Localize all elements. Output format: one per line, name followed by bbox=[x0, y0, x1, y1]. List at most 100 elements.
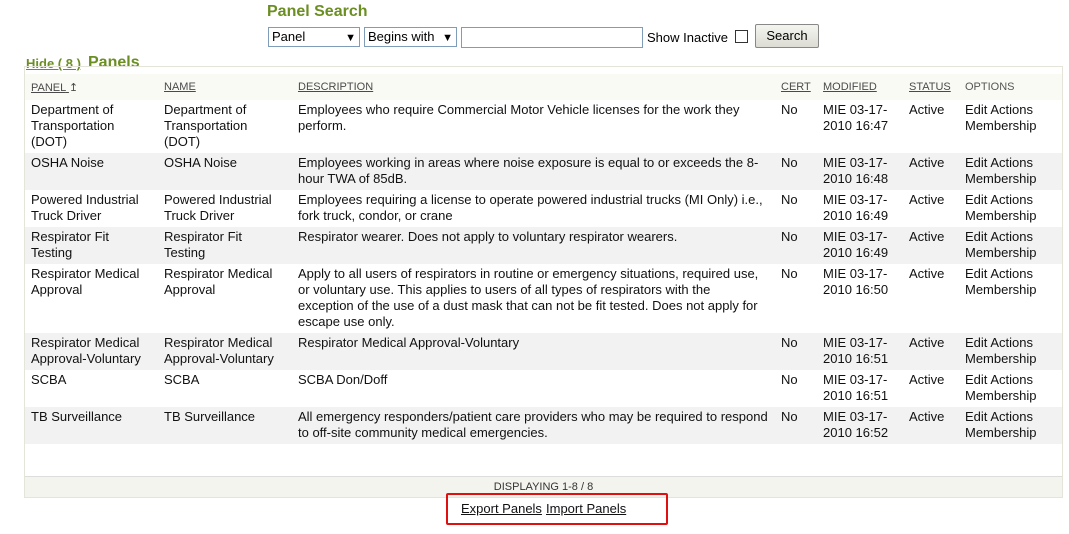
cell-status: Active bbox=[903, 153, 959, 190]
cell-status: Active bbox=[903, 190, 959, 227]
cell-status: Active bbox=[903, 100, 959, 153]
cell-status: Active bbox=[903, 227, 959, 264]
cell-options: Edit Actions Membership bbox=[959, 100, 1062, 153]
search-match-select[interactable]: Begins with ▼ bbox=[364, 27, 457, 47]
cell-options: Edit Actions Membership bbox=[959, 227, 1062, 264]
cell-description: All emergency responders/patient care pr… bbox=[292, 407, 775, 444]
col-modified[interactable]: MODIFIED bbox=[817, 74, 903, 100]
cell-cert: No bbox=[775, 227, 817, 264]
table-row: Respirator Medical Approval-Voluntary Res… bbox=[25, 333, 1062, 370]
cell-panel: Respirator Fit Testing bbox=[25, 227, 158, 264]
cell-panel: Powered Industrial Truck Driver bbox=[25, 190, 158, 227]
cell-description: SCBA Don/Doff bbox=[292, 370, 775, 407]
search-input[interactable] bbox=[461, 27, 643, 48]
actions-link[interactable]: Actions bbox=[990, 372, 1033, 387]
col-status[interactable]: STATUS bbox=[903, 74, 959, 100]
actions-link[interactable]: Actions bbox=[990, 409, 1033, 424]
chevron-down-icon: ▼ bbox=[442, 32, 453, 44]
cell-panel: Department of Transportation (DOT) bbox=[25, 100, 158, 153]
show-inactive-checkbox[interactable] bbox=[735, 30, 748, 43]
cell-cert: No bbox=[775, 100, 817, 153]
show-inactive-label: Show Inactive bbox=[647, 30, 728, 45]
edit-link[interactable]: Edit bbox=[965, 229, 987, 244]
cell-name: Respirator Fit Testing bbox=[158, 227, 292, 264]
actions-link[interactable]: Actions bbox=[990, 229, 1033, 244]
cell-description: Employees working in areas where noise e… bbox=[292, 153, 775, 190]
table-row: TB Surveillance TB Surveillance All emerge… bbox=[25, 407, 1062, 444]
col-cert[interactable]: CERT bbox=[775, 74, 817, 100]
actions-link[interactable]: Actions bbox=[990, 266, 1033, 281]
table-row: Powered Industrial Truck Driver Powered I… bbox=[25, 190, 1062, 227]
cell-modified: MIE 03-17-2010 16:47 bbox=[817, 100, 903, 153]
cell-name: SCBA bbox=[158, 370, 292, 407]
table-row: SCBA SCBA SCBA Don/Doff No MIE 03-17-2010 16… bbox=[25, 370, 1062, 407]
panels-table: PANEL ↥ NAME DESCRIPTION CERT MODIFIED S… bbox=[25, 74, 1062, 444]
membership-link[interactable]: Membership bbox=[965, 282, 1037, 297]
cell-description: Respirator Medical Approval-Voluntary bbox=[292, 333, 775, 370]
cell-description: Respirator wearer. Does not apply to vol… bbox=[292, 227, 775, 264]
membership-link[interactable]: Membership bbox=[965, 388, 1037, 403]
cell-description: Employees requiring a license to operate… bbox=[292, 190, 775, 227]
cell-name: Powered Industrial Truck Driver bbox=[158, 190, 292, 227]
actions-link[interactable]: Actions bbox=[990, 102, 1033, 117]
actions-link[interactable]: Actions bbox=[990, 335, 1033, 350]
col-name[interactable]: NAME bbox=[158, 74, 292, 100]
table-header-row: PANEL ↥ NAME DESCRIPTION CERT MODIFIED S… bbox=[25, 74, 1062, 100]
cell-name: TB Surveillance bbox=[158, 407, 292, 444]
membership-link[interactable]: Membership bbox=[965, 171, 1037, 186]
actions-link[interactable]: Actions bbox=[990, 192, 1033, 207]
col-description[interactable]: DESCRIPTION bbox=[292, 74, 775, 100]
cell-status: Active bbox=[903, 264, 959, 333]
membership-link[interactable]: Membership bbox=[965, 118, 1037, 133]
search-field-select[interactable]: Panel ▼ bbox=[268, 27, 360, 47]
cell-modified: MIE 03-17-2010 16:49 bbox=[817, 227, 903, 264]
cell-panel: TB Surveillance bbox=[25, 407, 158, 444]
cell-cert: No bbox=[775, 190, 817, 227]
cell-description: Employees who require Commercial Motor V… bbox=[292, 100, 775, 153]
cell-panel: Respirator Medical Approval-Voluntary bbox=[25, 333, 158, 370]
membership-link[interactable]: Membership bbox=[965, 425, 1037, 440]
search-match-select-value: Begins with bbox=[368, 29, 435, 44]
import-panels-link[interactable]: Import Panels bbox=[546, 501, 626, 516]
export-panels-link[interactable]: Export Panels bbox=[461, 501, 542, 516]
cell-cert: No bbox=[775, 407, 817, 444]
cell-name: Respirator Medical Approval bbox=[158, 264, 292, 333]
edit-link[interactable]: Edit bbox=[965, 266, 987, 281]
col-options: OPTIONS bbox=[959, 74, 1062, 100]
col-panel[interactable]: PANEL ↥ bbox=[25, 74, 158, 100]
edit-link[interactable]: Edit bbox=[965, 192, 987, 207]
cell-modified: MIE 03-17-2010 16:52 bbox=[817, 407, 903, 444]
cell-cert: No bbox=[775, 264, 817, 333]
table-row: Respirator Medical Approval Respirator Me… bbox=[25, 264, 1062, 333]
cell-options: Edit Actions Membership bbox=[959, 190, 1062, 227]
cell-modified: MIE 03-17-2010 16:49 bbox=[817, 190, 903, 227]
edit-link[interactable]: Edit bbox=[965, 409, 987, 424]
cell-modified: MIE 03-17-2010 16:51 bbox=[817, 333, 903, 370]
cell-panel: OSHA Noise bbox=[25, 153, 158, 190]
panel-search: Panel Search Panel ▼ Begins with ▼ Show … bbox=[264, 2, 822, 48]
membership-link[interactable]: Membership bbox=[965, 351, 1037, 366]
cell-name: Respirator Medical Approval-Voluntary bbox=[158, 333, 292, 370]
sort-arrow-icon: ↥ bbox=[68, 81, 79, 94]
cell-cert: No bbox=[775, 370, 817, 407]
search-title: Panel Search bbox=[267, 3, 368, 20]
edit-link[interactable]: Edit bbox=[965, 335, 987, 350]
cell-options: Edit Actions Membership bbox=[959, 370, 1062, 407]
table-row: Respirator Fit Testing Respirator Fit Tes… bbox=[25, 227, 1062, 264]
actions-link[interactable]: Actions bbox=[990, 155, 1033, 170]
membership-link[interactable]: Membership bbox=[965, 208, 1037, 223]
cell-status: Active bbox=[903, 333, 959, 370]
search-button[interactable]: Search bbox=[755, 24, 819, 48]
cell-panel: SCBA bbox=[25, 370, 158, 407]
membership-link[interactable]: Membership bbox=[965, 245, 1037, 260]
edit-link[interactable]: Edit bbox=[965, 155, 987, 170]
cell-cert: No bbox=[775, 333, 817, 370]
cell-description: Apply to all users of respirators in rou… bbox=[292, 264, 775, 333]
cell-name: OSHA Noise bbox=[158, 153, 292, 190]
cell-name: Department of Transportation (DOT) bbox=[158, 100, 292, 153]
cell-status: Active bbox=[903, 407, 959, 444]
search-field-select-value: Panel bbox=[272, 29, 306, 44]
edit-link[interactable]: Edit bbox=[965, 102, 987, 117]
cell-modified: MIE 03-17-2010 16:48 bbox=[817, 153, 903, 190]
edit-link[interactable]: Edit bbox=[965, 372, 987, 387]
